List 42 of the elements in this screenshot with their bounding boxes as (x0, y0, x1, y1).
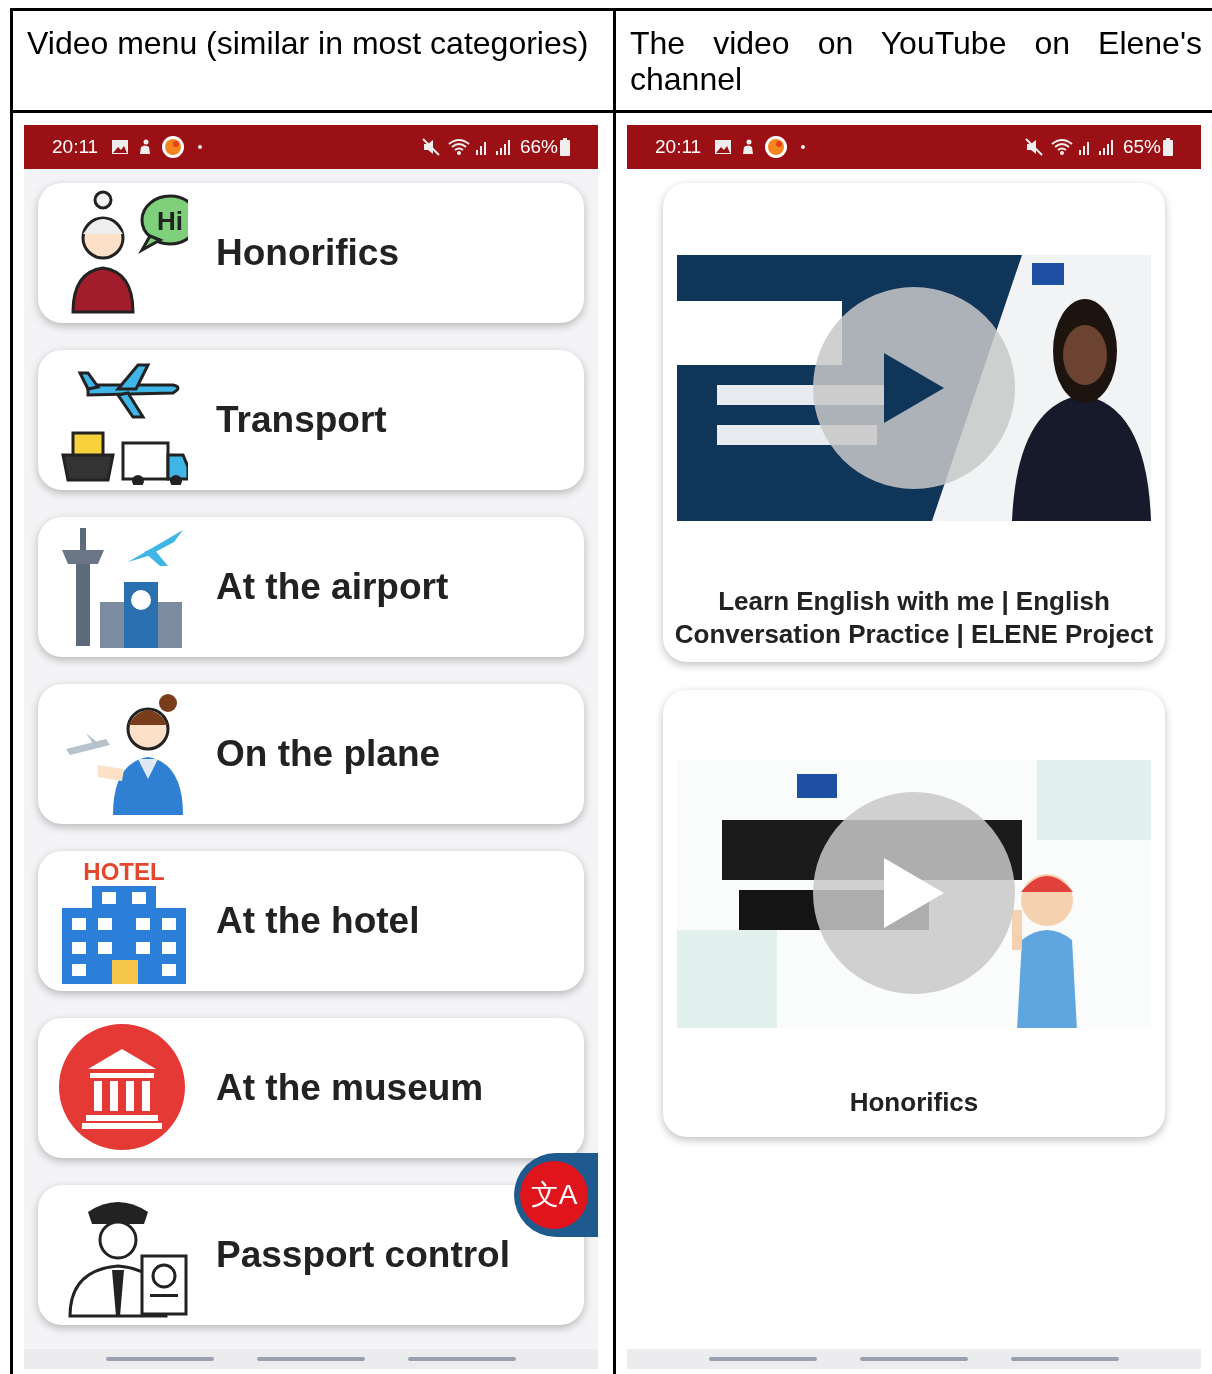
video-card[interactable]: Honorifics (663, 690, 1165, 1137)
video-title: Learn English with me | English Conversation Practice | ELENE Project (673, 585, 1155, 651)
category-card[interactable]: At the museum (38, 1018, 584, 1158)
category-label: On the plane (216, 732, 441, 777)
category-label: At the airport (216, 565, 449, 610)
mute-icon (421, 138, 440, 156)
battery-icon (1163, 138, 1173, 156)
wifi-icon (1050, 138, 1073, 156)
app-icon (162, 136, 185, 158)
video-title: Honorifics (848, 1086, 980, 1119)
clock: 20:11 (655, 134, 702, 159)
translate-icon: 文A (520, 1161, 588, 1229)
category-card[interactable]: Hi Honorifics (38, 183, 584, 323)
category-label: At the museum (216, 1066, 484, 1111)
video-card[interactable]: Learn English with me | English Conversation Practice | ELENE Project (663, 183, 1165, 662)
wifi-icon (447, 138, 470, 156)
dot-icon (198, 145, 203, 149)
translate-button[interactable]: 文A (514, 1153, 598, 1237)
play-icon (884, 353, 944, 423)
column-heading: Video menu (similar in most categories) (27, 25, 590, 61)
category-card[interactable]: Transport (38, 350, 584, 490)
museum-icon (58, 1023, 188, 1153)
category-card[interactable]: On the plane (38, 684, 584, 824)
category-card[interactable]: At the airport (38, 517, 584, 657)
column-heading: The video on YouTube on Elene's channel (630, 25, 1202, 97)
image-icon (112, 140, 129, 154)
mute-icon (1024, 138, 1043, 156)
battery-percent: 65% (1122, 134, 1161, 159)
category-label: Passport control (216, 1233, 510, 1278)
dot-icon (801, 145, 806, 149)
battery-percent: 66% (519, 134, 558, 159)
clock: 20:11 (52, 134, 99, 159)
battery-icon (560, 138, 570, 156)
app-icon (765, 136, 788, 158)
category-label: At the hotel (216, 899, 420, 944)
play-icon (884, 858, 944, 928)
image-icon (715, 140, 732, 154)
category-card[interactable]: HOTEL At the hotel (38, 851, 584, 991)
category-label: Transport (216, 398, 387, 443)
category-label: Honorifics (216, 231, 399, 276)
figure-icon (741, 139, 756, 155)
figure-icon (138, 139, 153, 155)
